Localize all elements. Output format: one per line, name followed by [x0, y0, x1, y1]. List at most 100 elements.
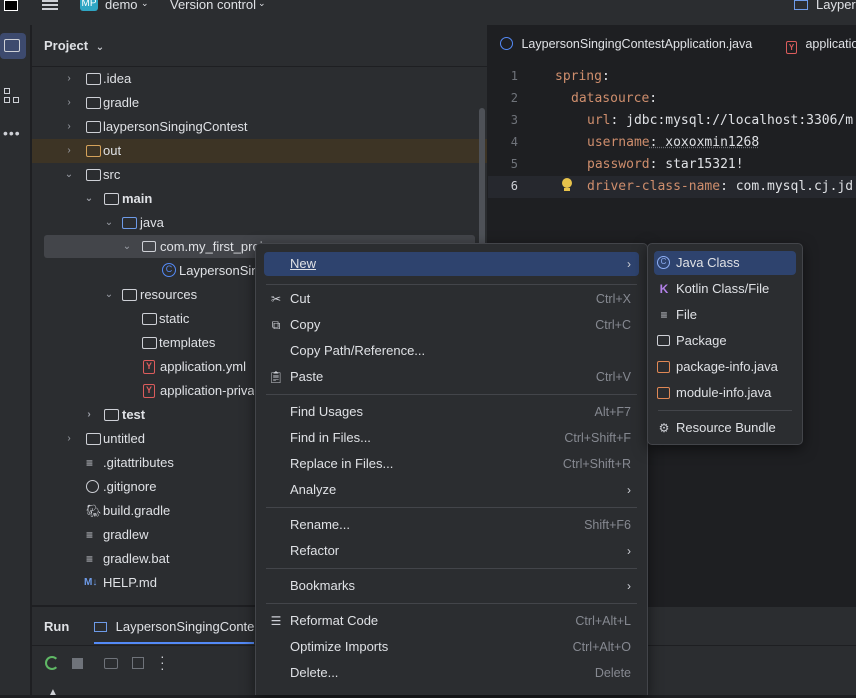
yaml-icon: Y	[143, 360, 155, 374]
tree-item-label: gradlew	[103, 527, 149, 542]
tree-item-label: out	[103, 143, 122, 158]
new-submenu: C Java Class K Kotlin Class/File ≡ File …	[647, 243, 803, 445]
menu-item-copy-path[interactable]: Copy Path/Reference...	[264, 339, 639, 363]
menu-item-bookmarks[interactable]: Bookmarks ›	[264, 574, 639, 598]
tree-item-java[interactable]: ⌄ java	[104, 211, 464, 235]
window-icon	[794, 0, 808, 10]
tree-item-help-md[interactable]: M↓ HELP.md	[84, 571, 254, 595]
tree-item-build-gradle[interactable]: 🐘︎ build.gradle	[86, 499, 254, 523]
tree-item-label: static	[159, 311, 190, 326]
tree-item-templates[interactable]: templates	[142, 331, 252, 355]
tree-item-label: java	[140, 215, 164, 230]
tree-item-application-yml[interactable]: Y application.yml	[142, 355, 254, 379]
tree-item-resources[interactable]: ⌄ resources	[104, 283, 254, 307]
kotlin-icon: K	[659, 282, 669, 296]
tree-item-test[interactable]: › test	[84, 403, 254, 427]
camera-icon[interactable]	[104, 658, 118, 669]
chevron-down-icon[interactable]: ⌄	[104, 211, 114, 235]
chevron-down-icon: ⌄	[258, 0, 266, 8]
tree-item-label: resources	[140, 287, 198, 302]
menu-separator	[266, 603, 637, 604]
java-class-icon	[500, 37, 513, 50]
tree-item-src[interactable]: ⌄ src	[64, 163, 464, 187]
menu-item-analyze[interactable]: Analyze ›	[264, 478, 639, 502]
menu-item-find-usages[interactable]: Find Usages Alt+F7	[264, 400, 639, 424]
menu-item-paste[interactable]: 📋︎ Paste Ctrl+V	[264, 365, 639, 389]
source-root-folder-icon	[122, 217, 137, 229]
scroll-up-icon[interactable]: ▲	[48, 687, 58, 698]
submenu-item-package[interactable]: Package	[654, 329, 796, 353]
chevron-down-icon[interactable]: ⌄	[104, 283, 114, 307]
menu-separator	[266, 568, 637, 569]
hamburger-menu-icon[interactable]	[42, 0, 58, 10]
tree-item-class[interactable]: C LaypersonSing	[160, 259, 260, 283]
run-tab[interactable]: LaypersonSingingContestA	[94, 619, 254, 634]
text-file-icon: ≡	[86, 552, 94, 566]
chevron-right-icon[interactable]: ›	[64, 139, 74, 163]
project-tool-button[interactable]	[0, 33, 26, 59]
tree-item-gitignore[interactable]: .gitignore	[86, 475, 254, 499]
menu-item-new[interactable]: New ›	[264, 252, 639, 276]
tree-item-gradlew[interactable]: ≡ gradlew	[86, 523, 254, 547]
tree-item-gitattributes[interactable]: ≡ .gitattributes	[86, 451, 254, 475]
submenu-item-kotlin[interactable]: K Kotlin Class/File	[654, 277, 796, 301]
chevron-down-icon[interactable]: ⌄	[64, 163, 74, 187]
menu-item-cut[interactable]: ✂ Cut Ctrl+X	[264, 287, 639, 311]
lightbulb-icon[interactable]	[562, 178, 574, 192]
chevron-down-icon: ⌄	[141, 0, 149, 8]
chevron-right-icon[interactable]: ›	[64, 91, 74, 115]
submenu-item-java-class[interactable]: C Java Class	[654, 251, 796, 275]
yaml-icon: Y	[143, 384, 155, 398]
submenu-item-resource-bundle[interactable]: ⚙ Resource Bundle	[654, 416, 796, 440]
menu-item-find-in-files[interactable]: Find in Files... Ctrl+Shift+F	[264, 426, 639, 450]
project-name[interactable]: demo	[105, 0, 138, 12]
code-line: spring:	[555, 69, 610, 84]
run-config-name[interactable]: Laypers	[816, 0, 856, 12]
project-panel-title[interactable]: Project ⌄	[44, 38, 104, 53]
vcs-menu[interactable]: Version control	[170, 0, 256, 12]
paste-icon: 📋︎	[268, 370, 284, 384]
menu-item-refactor[interactable]: Refactor ›	[264, 539, 639, 563]
run-panel-title: Run	[44, 619, 70, 634]
chevron-right-icon[interactable]: ›	[64, 427, 74, 451]
java-class-icon: C	[162, 263, 176, 277]
tree-item-label: laypersonSingingContest	[103, 119, 248, 134]
chevron-right-icon[interactable]: ›	[64, 67, 74, 91]
submenu-item-module-info[interactable]: module-info.java	[654, 381, 796, 405]
menu-item-rename[interactable]: Rename... Shift+F6	[264, 513, 639, 537]
menu-item-optimize-imports[interactable]: Optimize Imports Ctrl+Alt+O	[264, 635, 639, 659]
chevron-down-icon[interactable]: ⌄	[84, 187, 94, 211]
project-title-label: Project	[44, 38, 89, 53]
tree-item-application-private[interactable]: Y application-privat	[142, 379, 254, 403]
tree-item-gradlew-bat[interactable]: ≡ gradlew.bat	[86, 547, 254, 571]
tree-item-layperson[interactable]: › laypersonSingingContest	[64, 115, 464, 139]
tree-item-label: application.yml	[160, 359, 246, 374]
submenu-item-file[interactable]: ≡ File	[654, 303, 796, 327]
more-tools-icon[interactable]: •••	[3, 125, 21, 141]
tab-application-java[interactable]: LaypersonSingingContestApplication.java	[500, 37, 752, 51]
tree-item-main[interactable]: ⌄ main	[84, 187, 464, 211]
stop-icon[interactable]	[72, 658, 83, 669]
tree-item-gradle[interactable]: › gradle	[64, 91, 464, 115]
rerun-icon[interactable]	[45, 656, 59, 670]
menu-item-reformat-code[interactable]: ☰ Reformat Code Ctrl+Alt+L	[264, 609, 639, 633]
tree-item-static[interactable]: static	[142, 307, 252, 331]
structure-icon[interactable]	[4, 88, 20, 104]
tree-item-idea[interactable]: › .idea	[64, 67, 464, 91]
menu-item-delete[interactable]: Delete... Delete	[264, 661, 639, 685]
text-file-icon: ≡	[86, 528, 94, 542]
tree-item-out[interactable]: › out	[64, 139, 464, 163]
chevron-down-icon[interactable]: ⌄	[122, 235, 132, 259]
tab-application-yml[interactable]: Y applicatio	[786, 37, 856, 54]
tree-scrollbar[interactable]	[479, 108, 485, 258]
menu-item-replace-in-files[interactable]: Replace in Files... Ctrl+Shift+R	[264, 452, 639, 476]
menu-item-copy[interactable]: ⧉ Copy Ctrl+C	[264, 313, 639, 337]
more-options-icon[interactable]: · · ·	[160, 649, 165, 675]
tree-item-untitled[interactable]: › untitled	[64, 427, 254, 451]
tree-item-label: com.my_first_proj	[160, 239, 263, 254]
chevron-right-icon[interactable]: ›	[84, 403, 94, 427]
chevron-right-icon[interactable]: ›	[64, 115, 74, 139]
folder-icon	[142, 337, 157, 349]
submenu-item-package-info[interactable]: package-info.java	[654, 355, 796, 379]
exit-icon[interactable]	[132, 657, 144, 669]
